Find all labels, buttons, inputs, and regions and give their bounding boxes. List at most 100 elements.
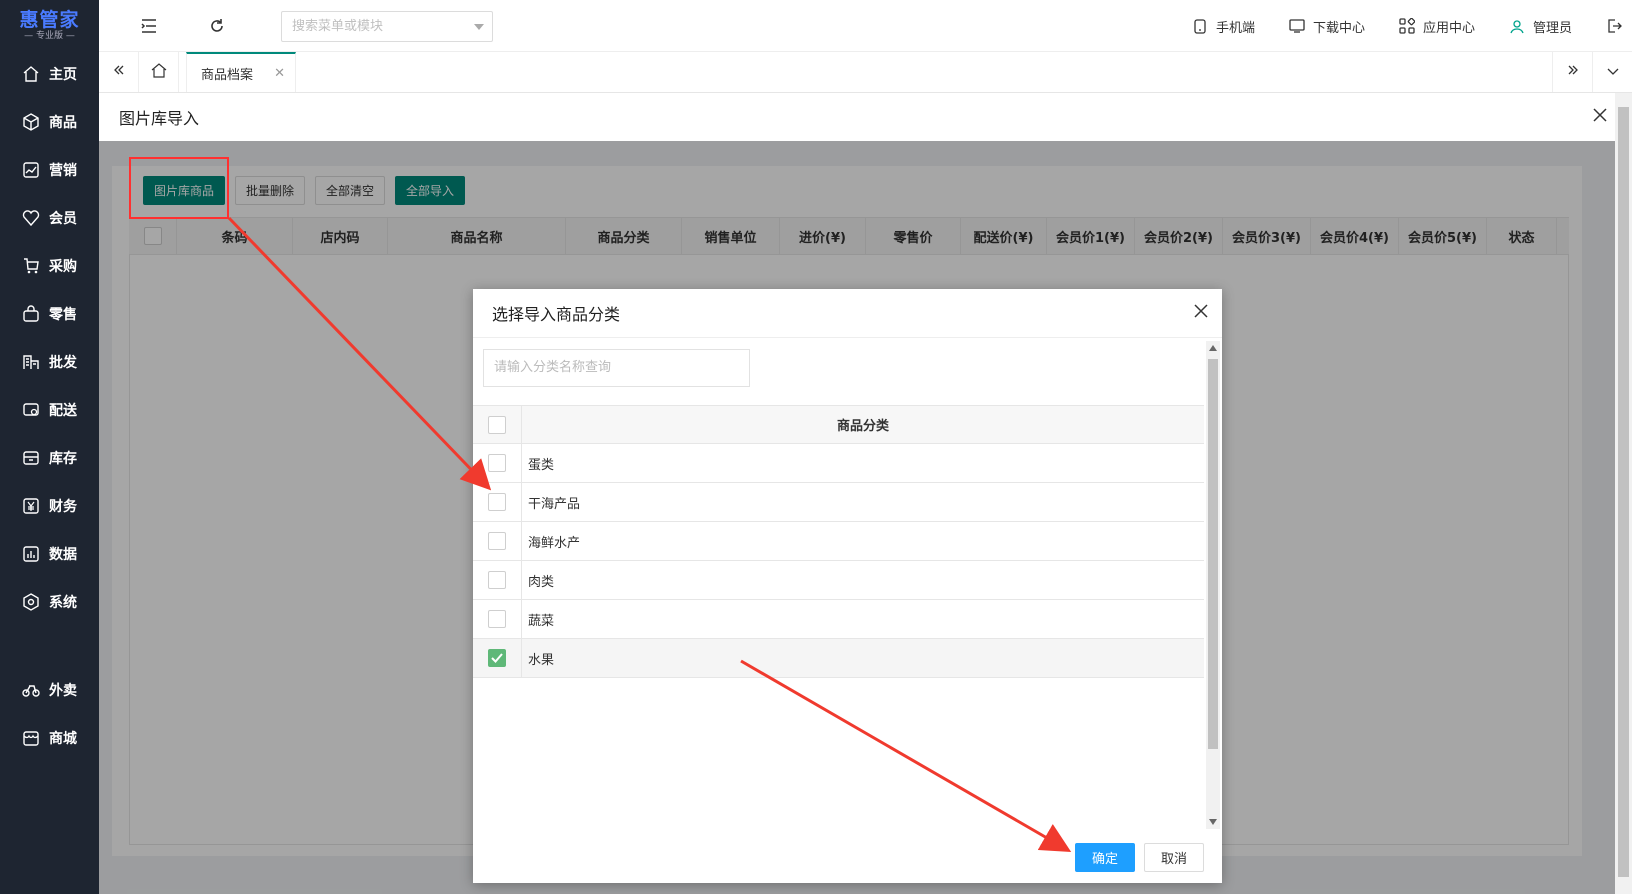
sidebar-item-building[interactable]: 批发 [0,338,99,386]
yen-icon [22,497,40,515]
tabs-scroll-right-button[interactable] [1552,52,1592,92]
sidebar-nav-extra: 外卖商城 [0,666,99,762]
select-all-cell [129,218,177,254]
cancel-button[interactable]: 取消 [1144,843,1204,872]
category-row[interactable]: 干海产品 [473,483,1204,522]
clear-all-button[interactable]: 全部清空 [315,176,386,205]
checkbox-cell [473,522,522,560]
monitor-icon [1285,14,1309,38]
column-header: 商品名称 [388,218,566,254]
page-scrollbar[interactable] [1615,93,1632,894]
sidebar-item-label: 商城 [49,731,77,747]
sidebar-item-storage[interactable]: 库存 [0,434,99,482]
category-row[interactable]: 蛋类 [473,444,1204,483]
category-row[interactable]: 水果 [473,639,1204,678]
settings-icon [22,593,40,611]
sidebar-nav: 主页商品 营销会员采购零售 批发配送库存财务数据系统 [0,50,99,626]
tab-label: 商品档案 [201,67,254,83]
download-center-link[interactable]: 下载中心 [1285,14,1365,38]
sidebar-item-label: 采购 [49,259,77,275]
category-table-header: 商品分类 [473,405,1204,444]
column-header: 会员价4(¥) [1311,218,1399,254]
checkbox-cell [473,483,522,521]
panel-header: 图片库导入 [99,93,1632,141]
category-checkbox[interactable] [488,571,506,589]
refresh-icon[interactable] [205,14,229,38]
sidebar-item-label: 配送 [49,403,77,419]
chevron-down-icon [1607,65,1619,80]
dialog-title: 选择导入商品分类 [492,305,621,324]
mobile-label: 手机端 [1215,20,1255,36]
checkbox-cell [473,639,522,677]
sidebar-item-heart[interactable]: 会员 [0,194,99,242]
sidebar-item-cart[interactable]: 采购 [0,242,99,290]
tabs-scroll-left-button[interactable] [99,52,139,92]
bar-chart-icon [22,545,40,563]
close-icon[interactable] [1592,107,1608,127]
scroll-thumb[interactable] [1618,107,1629,877]
sidebar-item-chart[interactable]: 营销 [0,146,99,194]
category-search-input[interactable]: 请输入分类名称查询 [483,349,750,387]
confirm-button[interactable]: 确定 [1075,843,1135,872]
batch-delete-button[interactable]: 批量删除 [235,176,306,205]
sidebar-item-store[interactable]: 商城 [0,714,99,762]
sidebar-item-box[interactable]: 商品 [0,98,99,146]
sidebar-item-settings[interactable]: 系统 [0,578,99,626]
category-name: 干海产品 [528,496,581,512]
top-bar: 搜索菜单或模块 手机端 下载中心 应用中心 管理员 [99,0,1632,52]
close-icon[interactable]: ✕ [274,66,285,81]
chevron-down-icon[interactable] [474,24,484,30]
sidebar-item-label: 数据 [49,547,77,563]
column-header: 会员价3(¥) [1223,218,1311,254]
logout-icon[interactable] [1602,14,1626,38]
highlight-box [129,157,229,219]
home-icon [22,65,40,83]
category-row[interactable]: 肉类 [473,561,1204,600]
sidebar-item-yen[interactable]: 财务 [0,482,99,530]
apps-grid-icon [1395,14,1419,38]
category-row[interactable]: 蔬菜 [473,600,1204,639]
category-name: 肉类 [528,574,555,590]
sidebar-item-label: 库存 [49,451,77,467]
tabs-menu-button[interactable] [1592,52,1632,92]
dialog-scrollbar[interactable] [1206,341,1220,829]
tab-goods-archive[interactable]: 商品档案 ✕ [186,52,296,92]
sidebar-item-bike[interactable]: 外卖 [0,666,99,714]
sidebar: 惠管家 — 专业版 — 主页 商品 营销 会员 采购 零售 批发 配送 库存 财务 数据 系统 外卖商… [0,0,99,894]
menu-collapse-icon[interactable] [137,14,161,38]
category-checkbox[interactable] [488,532,506,550]
sidebar-item-bar-chart[interactable]: 数据 [0,530,99,578]
store-icon [22,729,40,747]
mobile-link[interactable]: 手机端 [1188,14,1255,38]
app-center-link[interactable]: 应用中心 [1395,14,1475,38]
import-all-button[interactable]: 全部导入 [395,176,466,205]
sidebar-item-label: 财务 [49,499,77,515]
column-header: 状态 [1487,218,1557,254]
category-name: 蛋类 [528,457,555,473]
menu-search-input[interactable]: 搜索菜单或模块 [281,11,493,42]
bag-icon [22,305,40,323]
sidebar-item-label: 主页 [49,67,77,83]
category-row[interactable]: 海鲜水产 [473,522,1204,561]
cart-icon [22,257,40,275]
brand-name: 惠管家 [19,8,80,31]
select-all-checkbox[interactable] [143,227,162,245]
sidebar-item-truck[interactable]: 配送 [0,386,99,434]
home-tab[interactable] [139,52,179,92]
category-checkbox[interactable] [488,493,506,511]
scroll-thumb[interactable] [1208,359,1218,749]
column-header: 配送价(¥) [961,218,1047,254]
select-all-checkbox[interactable] [488,415,506,434]
close-icon[interactable] [1194,303,1208,322]
sidebar-item-bag[interactable]: 零售 [0,290,99,338]
category-checkbox[interactable] [488,454,506,472]
checkbox-cell [473,600,522,638]
home-icon [151,62,167,82]
user-menu[interactable]: 管理员 [1505,14,1572,38]
app-center-label: 应用中心 [1422,20,1475,36]
download-label: 下载中心 [1312,20,1365,36]
sidebar-item-home[interactable]: 主页 [0,50,99,98]
category-checkbox[interactable] [488,649,506,667]
category-checkbox[interactable] [488,610,506,628]
sidebar-item-label: 会员 [49,211,77,227]
